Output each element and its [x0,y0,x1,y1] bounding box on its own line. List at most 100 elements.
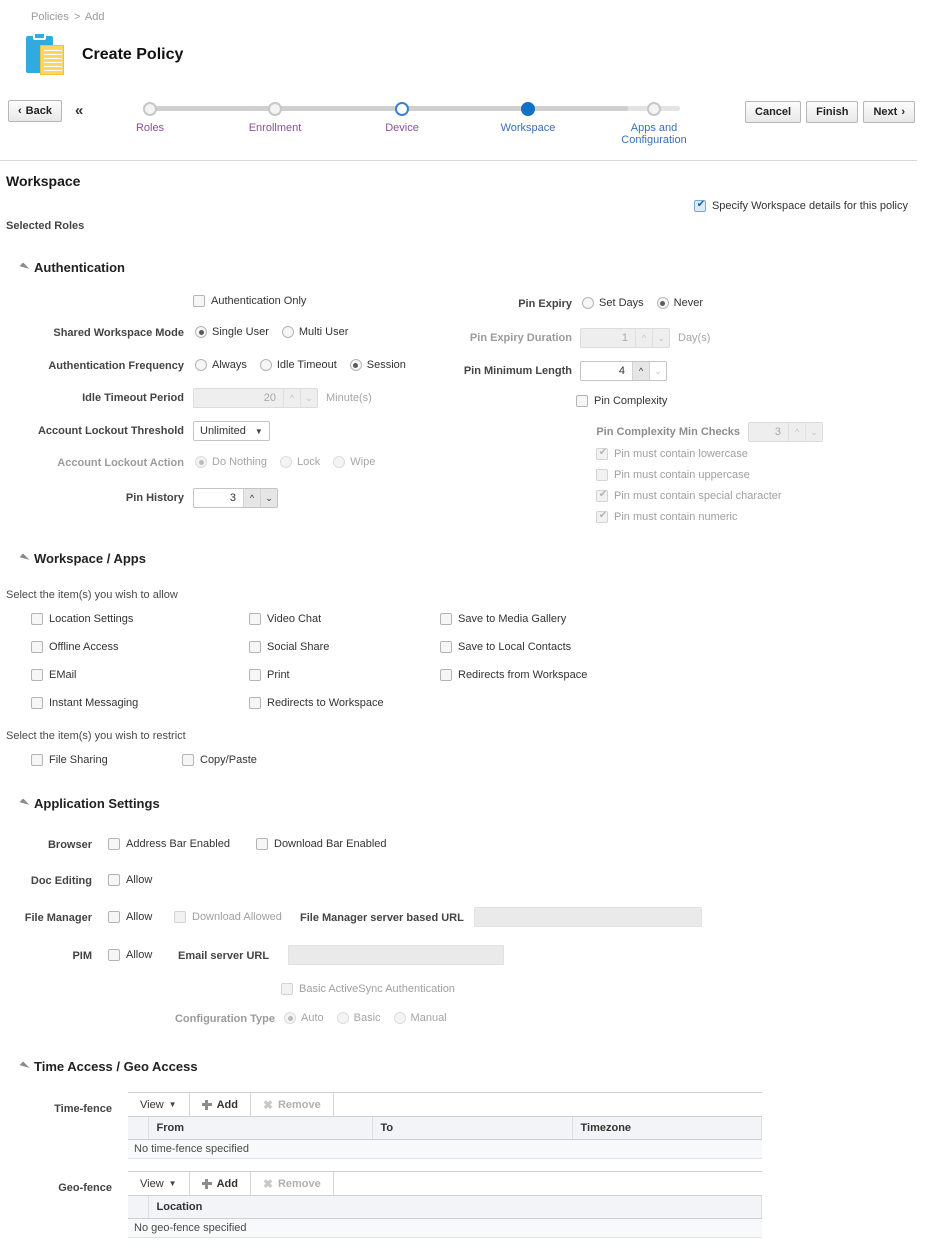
column-header-location[interactable]: Location [148,1196,762,1219]
radio-manual[interactable] [393,1012,406,1024]
radio-option-auto[interactable]: Auto [284,1012,324,1024]
section-authentication-header[interactable]: Authentication [19,260,125,275]
checkbox-redirects-to-workspace[interactable] [249,697,261,709]
pin-history-stepper[interactable]: 3 ^ ⌄ [193,488,278,508]
allow-item-offline-access[interactable]: Offline Access [31,641,119,653]
pim-allow-row[interactable]: Allow [108,949,152,961]
radio-option-do-nothing[interactable]: Do Nothing [195,456,267,468]
allow-item-location-settings[interactable]: Location Settings [31,613,133,625]
radio-session[interactable] [349,359,362,371]
allow-item-redirects-from-workspace[interactable]: Redirects from Workspace [440,669,587,681]
pin-history-value[interactable]: 3 [194,489,243,507]
radio-option-never[interactable]: Never [656,297,703,309]
specify-workspace-details-row[interactable]: Specify Workspace details for this polic… [693,198,908,212]
collapse-train-icon[interactable]: « [75,101,83,121]
pin-complexity-row[interactable]: Pin Complexity [576,395,667,407]
wizard-step-enrollment[interactable]: Enrollment [215,92,335,134]
back-button[interactable]: ‹ Back [8,100,62,122]
pin-expiry-duration-stepper[interactable]: 1 ^ ⌄ [580,328,670,348]
breadcrumb-root[interactable]: Policies [31,11,69,23]
stepper-down-icon[interactable]: ⌄ [260,489,277,507]
allow-item-save-to-local-contacts[interactable]: Save to Local Contacts [440,641,571,653]
time-fence-view-menu[interactable]: View ▼ [128,1093,190,1116]
checkbox-copy-paste[interactable] [182,754,194,766]
checkbox-email[interactable] [31,669,43,681]
radio-option-set-days[interactable]: Set Days [582,297,644,309]
geo-fence-remove-button[interactable]: ✖ Remove [251,1172,334,1195]
pin-minimum-length-stepper[interactable]: 4 ^ ⌄ [580,361,667,381]
radio-option-wipe[interactable]: Wipe [333,456,375,468]
section-time-geo-access-header[interactable]: Time Access / Geo Access [19,1059,198,1074]
next-button[interactable]: Next › [863,101,915,123]
radio-basic[interactable] [336,1012,349,1024]
column-header-from[interactable]: From [148,1117,373,1140]
wizard-step-workspace[interactable]: Workspace [468,92,588,134]
pin-rule-numeric-row[interactable]: Pin must contain numeric [596,509,738,523]
geo-fence-view-menu[interactable]: View ▼ [128,1172,190,1195]
radio-idle-timeout[interactable] [259,359,272,371]
radio-option-basic[interactable]: Basic [336,1012,381,1024]
checkbox-offline-access[interactable] [31,641,43,653]
stepper-down-icon[interactable]: ⌄ [652,329,669,347]
checkbox-download-allowed[interactable] [174,911,186,923]
pin-rule-uppercase-checkbox[interactable] [596,469,608,481]
checkbox-address-bar-enabled[interactable] [108,838,120,850]
cancel-button[interactable]: Cancel [745,101,802,123]
allow-item-save-to-media-gallery[interactable]: Save to Media Gallery [440,613,566,625]
checkbox-redirects-from-workspace[interactable] [440,669,452,681]
specify-workspace-details-checkbox[interactable] [693,198,707,212]
pin-rule-uppercase-row[interactable]: Pin must contain uppercase [596,469,750,481]
checkbox-location-settings[interactable] [31,613,43,625]
checkbox-save-to-local-contacts[interactable] [440,641,452,653]
radio-single-user[interactable] [195,326,207,338]
radio-option-always[interactable]: Always [195,359,247,371]
pin-complexity-min-checks-value[interactable]: 3 [749,423,788,441]
radio-auto[interactable] [284,1012,296,1024]
browser-download-bar-row[interactable]: Download Bar Enabled [256,838,387,850]
radio-option-idle-timeout[interactable]: Idle Timeout [259,359,337,371]
column-header-timezone[interactable]: Timezone [572,1117,762,1140]
allow-item-social-share[interactable]: Social Share [249,641,329,653]
idle-timeout-period-value[interactable]: 20 [194,389,283,407]
checkbox-pim-allow[interactable] [108,949,120,961]
wizard-step-roles[interactable]: Roles [90,92,210,134]
checkbox-print[interactable] [249,669,261,681]
basic-activesync-row[interactable]: Basic ActiveSync Authentication [281,983,455,995]
checkbox-social-share[interactable] [249,641,261,653]
checkbox-instant-messaging[interactable] [31,697,43,709]
stepper-up-icon[interactable]: ^ [283,389,300,407]
pin-complexity-checkbox[interactable] [576,395,588,407]
checkbox-file-manager-allow[interactable] [108,911,120,923]
stepper-up-icon[interactable]: ^ [632,362,649,380]
pin-rule-special-character-checkbox[interactable] [596,488,609,502]
radio-never[interactable] [656,297,669,309]
authentication-only-row[interactable]: Authentication Only [193,295,306,307]
geo-fence-add-button[interactable]: Add [190,1172,251,1195]
pin-minimum-length-value[interactable]: 4 [581,362,632,380]
pin-rule-numeric-checkbox[interactable] [596,509,609,523]
authentication-only-checkbox[interactable] [193,295,205,307]
finish-button[interactable]: Finish [806,101,859,123]
pin-rule-lowercase-checkbox[interactable] [596,446,609,460]
wizard-step-device[interactable]: Device [342,92,462,134]
time-fence-add-button[interactable]: Add [190,1093,251,1116]
radio-option-manual[interactable]: Manual [393,1012,447,1024]
file-manager-download-allowed-row[interactable]: Download Allowed [174,911,282,923]
allow-item-print[interactable]: Print [249,669,290,681]
checkbox-download-bar-enabled[interactable] [256,838,268,850]
account-lockout-threshold-select[interactable]: Unlimited ▼ [193,421,270,441]
stepper-down-icon[interactable]: ⌄ [300,389,317,407]
idle-timeout-period-stepper[interactable]: 20 ^ ⌄ [193,388,318,408]
file-manager-allow-row[interactable]: Allow [108,911,152,923]
stepper-down-icon[interactable]: ⌄ [649,362,666,380]
file-manager-url-input[interactable] [474,907,702,927]
section-workspace-apps-header[interactable]: Workspace / Apps [19,551,146,566]
radio-option-session[interactable]: Session [349,359,406,371]
checkbox-file-sharing[interactable] [31,754,43,766]
restrict-item-copy-paste[interactable]: Copy/Paste [182,754,257,766]
pin-rule-special-character-row[interactable]: Pin must contain special character [596,488,782,502]
section-application-settings-header[interactable]: Application Settings [19,796,160,811]
stepper-down-icon[interactable]: ⌄ [805,423,822,441]
checkbox-save-to-media-gallery[interactable] [440,613,452,625]
stepper-up-icon[interactable]: ^ [243,489,260,507]
